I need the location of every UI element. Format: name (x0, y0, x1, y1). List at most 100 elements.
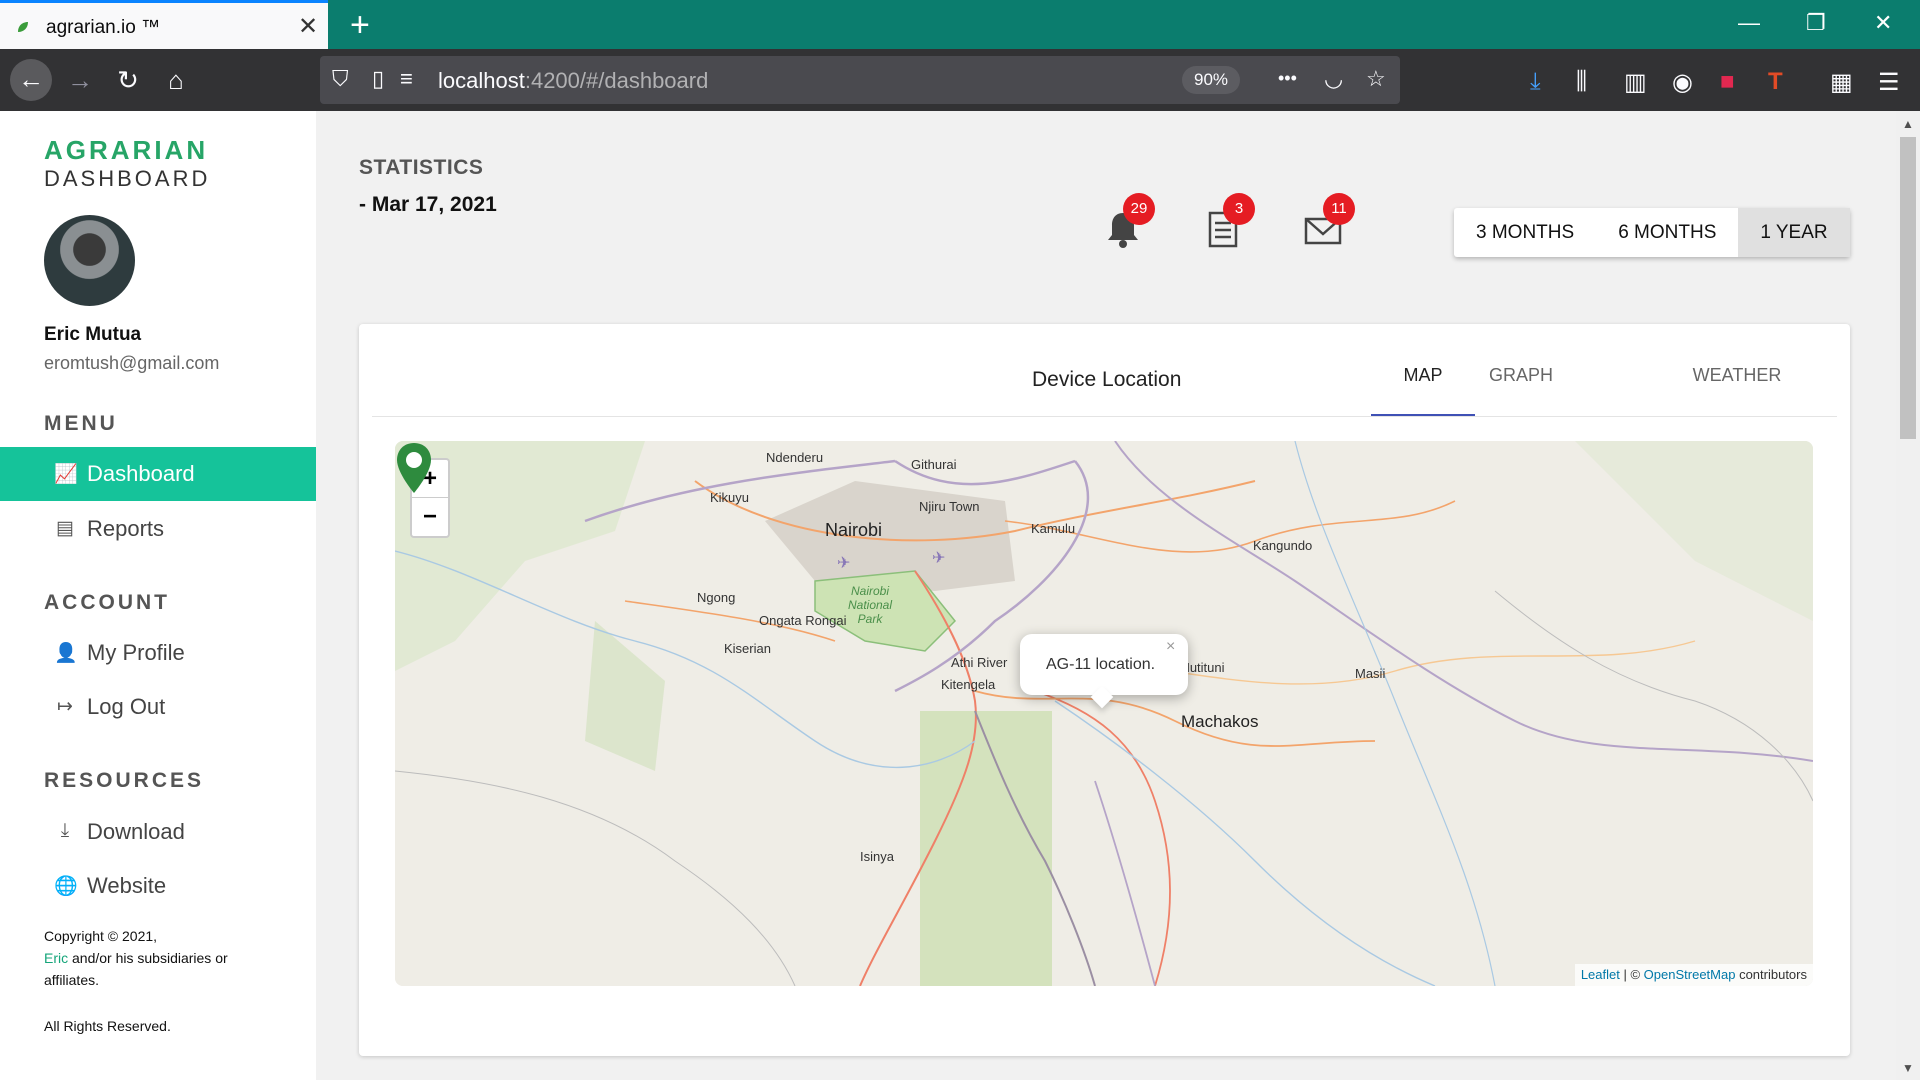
library-icon[interactable]: ⫼ (1576, 68, 1587, 96)
main-content: STATISTICS - Mar 17, 2021 29 3 11 3 MONT… (316, 111, 1896, 1080)
more-actions-icon[interactable]: ••• (1278, 68, 1297, 89)
tab-divider (372, 416, 1837, 417)
sidebar-item-label: Reports (87, 516, 165, 541)
reload-icon[interactable]: ↻ (108, 60, 148, 100)
map-popup: AG-11 location. × (1020, 634, 1188, 709)
map-label-ngong: Ngong (697, 590, 736, 605)
sidebar-item-label: My Profile (87, 640, 185, 665)
pocket-icon[interactable]: ◡ (1324, 66, 1343, 92)
attribution-separator: | © (1619, 967, 1644, 982)
reports-notifications-button[interactable]: 3 (1203, 193, 1255, 257)
sidebar-item-log-out[interactable]: ↦ Log Out (0, 680, 316, 734)
map-label-githurai: Githurai (911, 457, 957, 472)
sidebar: AGRARIAN DASHBOARD Eric Mutua eromtush@g… (0, 111, 316, 1080)
browser-tab[interactable]: agrarian.io ™ ✕ (0, 0, 328, 49)
url-text[interactable]: localhost:4200/#/dashboard (438, 68, 708, 94)
window-close-icon[interactable]: ✕ (1874, 10, 1892, 36)
new-tab-button[interactable]: + (350, 6, 370, 45)
sidebar-toggle-icon[interactable]: ▥ (1624, 68, 1647, 97)
tab-title: agrarian.io ™ (46, 17, 161, 38)
map-label-kamulu: Kamulu (1031, 521, 1076, 536)
sidebar-item-website[interactable]: 🌐 Website (0, 859, 316, 913)
bookmark-star-icon[interactable]: ☆ (1366, 66, 1386, 92)
sidebar-item-dashboard[interactable]: 📈 Dashboard (0, 447, 316, 501)
period-1-year-button[interactable]: 1 YEAR (1738, 208, 1850, 257)
map-label-kikuyu: Kikuyu (710, 490, 750, 505)
page-title: STATISTICS (359, 156, 484, 179)
map-label-kitengela: Kitengela (941, 677, 996, 692)
account-icon[interactable]: ◉ (1672, 68, 1693, 97)
lockwise-icon[interactable]: ■ (1720, 68, 1735, 96)
sidebar-item-label: Dashboard (87, 461, 195, 486)
hamburger-menu-icon[interactable]: ☰ (1878, 68, 1900, 97)
map-attribution: Leaflet | © OpenStreetMap contributors (1574, 964, 1813, 986)
tab-close-icon[interactable]: ✕ (298, 12, 318, 41)
download-icon: ⤓ (60, 820, 70, 841)
resources-heading: RESOURCES (44, 769, 205, 792)
bell-badge: 29 (1123, 193, 1155, 225)
map-label-machakos: Machakos (1181, 712, 1259, 731)
downloads-icon[interactable]: ⤓ (1530, 68, 1541, 96)
mail-badge: 11 (1323, 193, 1355, 225)
map-label-ongata-rongai: Ongata Rongai (759, 613, 847, 628)
brand-title: AGRARIAN (44, 135, 209, 165)
tab-map[interactable]: MAP (1371, 353, 1475, 416)
back-arrow-icon[interactable]: ← (10, 59, 52, 101)
forward-arrow-icon[interactable]: → (60, 60, 100, 100)
copyright-line: Copyright © 2021, (44, 928, 158, 944)
copyright-rest: and/or his subsidiaries or affiliates. (44, 950, 228, 988)
scroll-down-icon[interactable]: ▼ (1902, 1061, 1914, 1075)
page-icon: ▯ (372, 66, 385, 91)
leaf-icon (18, 22, 28, 32)
sidebar-item-download[interactable]: ⤓ Download (0, 805, 316, 859)
svg-text:✈: ✈ (837, 553, 850, 572)
period-3-months-button[interactable]: 3 MONTHS (1454, 208, 1596, 257)
period-6-months-button[interactable]: 6 MONTHS (1596, 208, 1738, 257)
messages-button[interactable]: 11 (1303, 193, 1355, 257)
period-selector: 3 MONTHS 6 MONTHS 1 YEAR (1454, 208, 1850, 257)
extension-t-icon[interactable]: T (1768, 68, 1783, 96)
copyright-link[interactable]: Eric (44, 950, 68, 966)
account-heading: ACCOUNT (44, 591, 170, 614)
minimize-icon[interactable]: — (1738, 10, 1760, 36)
chart-icon: 📈 (54, 464, 78, 485)
scroll-up-icon[interactable]: ▲ (1902, 117, 1914, 131)
copyright-text: Copyright © 2021, Eric and/or his subsid… (44, 925, 284, 991)
browser-tab-strip: agrarian.io ™ ✕ + — ❐ ✕ (0, 0, 1920, 49)
report-icon: ▤ (56, 518, 74, 539)
logout-icon: ↦ (57, 696, 73, 717)
url-bar[interactable]: ⛉ ▯ ≡ localhost:4200/#/dashboard 90% •••… (320, 56, 1400, 104)
zoom-level[interactable]: 90% (1182, 66, 1240, 94)
map-label-ndenderu: Ndenderu (766, 450, 824, 465)
map-view[interactable]: ✈ ✈ + − Ndenderu Githurai Kikuyu Njiru T… (395, 441, 1813, 986)
map-label-kiserian: Kiserian (724, 641, 771, 656)
map-label-athi-river: Athi River (951, 655, 1008, 670)
restore-icon[interactable]: ❐ (1806, 10, 1826, 36)
scroll-thumb[interactable] (1900, 137, 1916, 439)
zoom-out-button[interactable]: − (412, 498, 448, 536)
menu-heading: MENU (44, 412, 118, 435)
brand-subtitle: DASHBOARD (44, 166, 211, 191)
device-location-card: Device Location GRAPH MAP WEATHER ✈ ✈ + … (359, 324, 1850, 1056)
sidebar-item-my-profile[interactable]: 👤 My Profile (0, 626, 316, 680)
map-tiles: ✈ ✈ (395, 441, 1813, 986)
sidebar-item-label: Log Out (87, 694, 166, 719)
map-label-isinya: Isinya (860, 849, 894, 864)
card-title: Device Location (1032, 368, 1182, 391)
map-label-national-park: Nairobi National Park (847, 584, 893, 626)
tab-graph[interactable]: GRAPH (1481, 353, 1561, 416)
shield-icon[interactable]: ⛉ (332, 66, 349, 92)
tab-weather[interactable]: WEATHER (1677, 353, 1797, 416)
permissions-icon[interactable]: ≡ (400, 66, 413, 92)
osm-link[interactable]: OpenStreetMap (1644, 967, 1736, 982)
gift-icon[interactable]: ▦ (1830, 68, 1853, 97)
map-label-njiru: Njiru Town (919, 499, 980, 514)
map-label-nairobi: Nairobi (825, 520, 883, 540)
notifications-button[interactable]: 29 (1103, 193, 1155, 257)
popup-close-icon[interactable]: × (1166, 638, 1175, 656)
sidebar-item-reports[interactable]: ▤ Reports (0, 502, 316, 556)
map-marker-icon[interactable] (395, 441, 433, 495)
page-scrollbar[interactable]: ▲ ▼ (1896, 111, 1920, 1080)
leaflet-link[interactable]: Leaflet (1581, 967, 1620, 982)
home-icon[interactable]: ⌂ (156, 60, 196, 100)
